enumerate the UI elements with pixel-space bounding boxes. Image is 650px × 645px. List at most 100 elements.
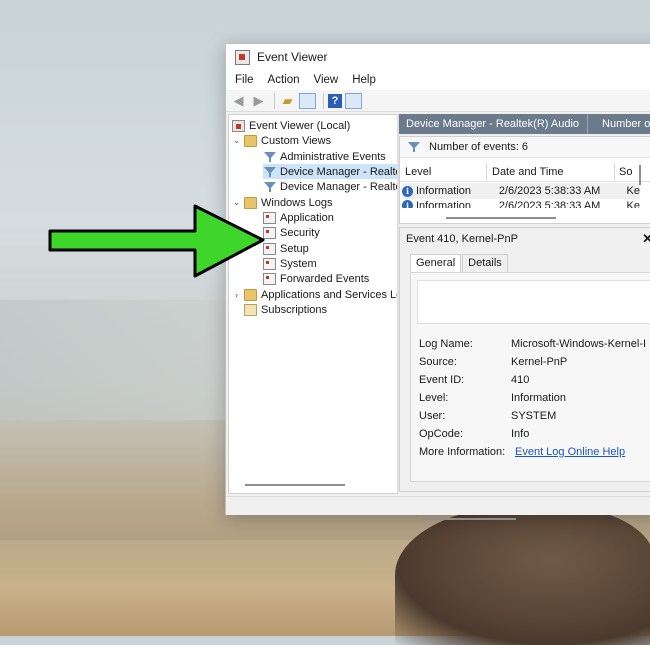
tree-node-administrative-events[interactable]: Administrative Events	[263, 149, 386, 164]
window-title: Event Viewer	[257, 50, 328, 64]
tree-node-subscriptions[interactable]: Subscriptions	[244, 302, 327, 317]
back-arrow-icon[interactable]: ◀	[230, 93, 247, 109]
tree-node-security[interactable]: Security	[263, 225, 320, 240]
cell-date: 2/6/2023 5:38:33 AM	[498, 185, 601, 197]
show-hide-tree-icon[interactable]	[299, 92, 316, 109]
prop-value-user: SYSTEM	[511, 410, 557, 422]
toolbar-separator	[274, 92, 275, 109]
general-tab-body: Log Name: Microsoft-Windows-Kernel-I Sou…	[410, 272, 650, 520]
prop-label-level: Level:	[419, 392, 449, 404]
prop-label-opcode: OpCode:	[419, 428, 464, 440]
table-row[interactable]: i Information 2/6/2023 5:38:33 AM Ke	[402, 200, 640, 208]
tree-node-label: Application	[280, 211, 334, 224]
help-icon[interactable]: ?	[328, 93, 342, 108]
chevron-down-icon[interactable]: ⌄	[232, 135, 241, 146]
tab-details[interactable]: Details	[462, 254, 508, 272]
event-viewer-window: Event Viewer File Action View Help ◀ ▶ ▰…	[225, 43, 650, 520]
toolbar-separator	[323, 92, 324, 109]
prop-label-event-id: Event ID:	[419, 374, 465, 386]
events-count-bar: Number of events: 6	[400, 137, 650, 158]
title-bar[interactable]: Event Viewer	[226, 44, 650, 70]
main-header-title: Device Manager - Realtek(R) Audio	[406, 118, 580, 130]
prop-value-source: Kernel-PnP	[511, 356, 568, 368]
event-list-header: Level Date and Time So	[400, 163, 650, 182]
tree-node-label: Device Manager - Realtek	[280, 180, 398, 193]
tree-horizontal-scrollbar[interactable]	[245, 484, 345, 486]
close-icon[interactable]: ✕	[642, 231, 650, 247]
menu-action[interactable]: Action	[259, 74, 305, 86]
show-hide-action-pane-icon[interactable]	[345, 92, 362, 109]
up-folder-icon[interactable]: ▰	[279, 93, 296, 109]
tree-node-label: Device Manager - Realtek	[280, 165, 398, 178]
column-separator[interactable]	[614, 163, 615, 181]
column-header-date[interactable]: Date and Time	[492, 166, 564, 178]
event-detail-panel: Event 410, Kernel-PnP ✕ General Details …	[399, 227, 650, 520]
tree-node-device-manager[interactable]: Device Manager - Realtek	[263, 179, 398, 194]
event-description-box[interactable]	[417, 280, 650, 324]
prop-value-opcode: Info	[511, 428, 530, 440]
cell-source: Ke	[626, 200, 640, 208]
prop-value-log-name: Microsoft-Windows-Kernel-I	[511, 338, 647, 350]
event-detail-title: Event 410, Kernel-PnP	[406, 233, 518, 245]
cell-level: Information	[415, 185, 471, 197]
events-count: Number of events: 6	[429, 141, 529, 153]
main-header-count: Number of ...	[602, 118, 650, 130]
table-row[interactable]: i Information 2/6/2023 5:38:33 AM Ke	[402, 183, 640, 199]
cell-level: Information	[415, 200, 471, 208]
tree-node-application[interactable]: Application	[263, 210, 334, 225]
tree-node-label: Setup	[280, 242, 309, 255]
folder-icon	[244, 134, 257, 147]
main-pane: Device Manager - Realtek(R) Audio Number…	[399, 114, 650, 520]
toolbar: ◀ ▶ ▰ ?	[226, 90, 650, 112]
navigation-tree: Event Viewer (Local) ⌄ Custom Views Admi…	[228, 114, 398, 494]
green-arrow-annotation	[48, 204, 265, 278]
cell-source: Ke	[626, 185, 640, 197]
menu-help[interactable]: Help	[343, 74, 381, 86]
prop-label-log-name: Log Name:	[419, 338, 473, 350]
tab-general[interactable]: General	[410, 254, 462, 272]
menu-view[interactable]: View	[305, 74, 344, 86]
tree-node-label: Applications and Services Lo	[261, 288, 398, 301]
information-icon: i	[402, 185, 413, 197]
event-viewer-icon	[232, 119, 245, 132]
forward-arrow-icon[interactable]: ▶	[250, 93, 267, 109]
detail-horizontal-scrollbar[interactable]	[421, 518, 516, 520]
filter-icon	[263, 151, 276, 163]
cell-date: 2/6/2023 5:38:33 AM	[498, 200, 601, 208]
tree-node-root[interactable]: Event Viewer (Local)	[232, 118, 350, 133]
event-viewer-app-icon	[235, 49, 250, 65]
chevron-right-icon[interactable]: ›	[232, 290, 241, 300]
filter-icon	[407, 141, 420, 153]
background-animal	[395, 505, 650, 645]
column-header-source[interactable]: So	[619, 166, 632, 178]
tree-node-label: Event Viewer (Local)	[249, 119, 351, 132]
prop-value-level: Information	[511, 392, 567, 404]
detail-tabs: General Details	[410, 254, 509, 272]
tree-node-forwarded-events[interactable]: Forwarded Events	[263, 271, 369, 286]
column-separator[interactable]	[486, 163, 487, 181]
event-list-vertical-scrollbar[interactable]	[639, 165, 641, 185]
tree-node-label: Security	[280, 226, 320, 239]
prop-label-source: Source:	[419, 356, 457, 368]
prop-value-event-id: 410	[511, 374, 530, 386]
tree-node-label: Administrative Events	[280, 150, 386, 163]
arrow-shape	[48, 204, 265, 278]
menu-bar: File Action View Help	[226, 70, 650, 90]
prop-label-user: User:	[419, 410, 446, 422]
tree-node-label: Forwarded Events	[280, 272, 370, 285]
tree-node-label: System	[280, 257, 317, 270]
event-list-horizontal-scrollbar[interactable]	[446, 217, 556, 219]
folder-icon	[244, 288, 257, 301]
information-icon: i	[402, 200, 413, 208]
menu-file[interactable]: File	[226, 74, 259, 86]
filter-icon	[263, 166, 276, 178]
event-log-online-help-link[interactable]: Event Log Online Help	[515, 446, 625, 458]
prop-label-more-information: More Information:	[419, 446, 506, 458]
tree-node-custom-views[interactable]: ⌄ Custom Views	[232, 133, 331, 148]
tree-node-applications-services[interactable]: › Applications and Services Lo	[232, 287, 398, 302]
tree-node-device-manager-selected[interactable]: Device Manager - Realtek	[263, 164, 398, 179]
tree-node-system[interactable]: System	[263, 256, 317, 271]
tree-node-label: Custom Views	[261, 134, 332, 147]
column-header-level[interactable]: Level	[405, 166, 431, 178]
tree-node-label: Windows Logs	[261, 196, 333, 209]
